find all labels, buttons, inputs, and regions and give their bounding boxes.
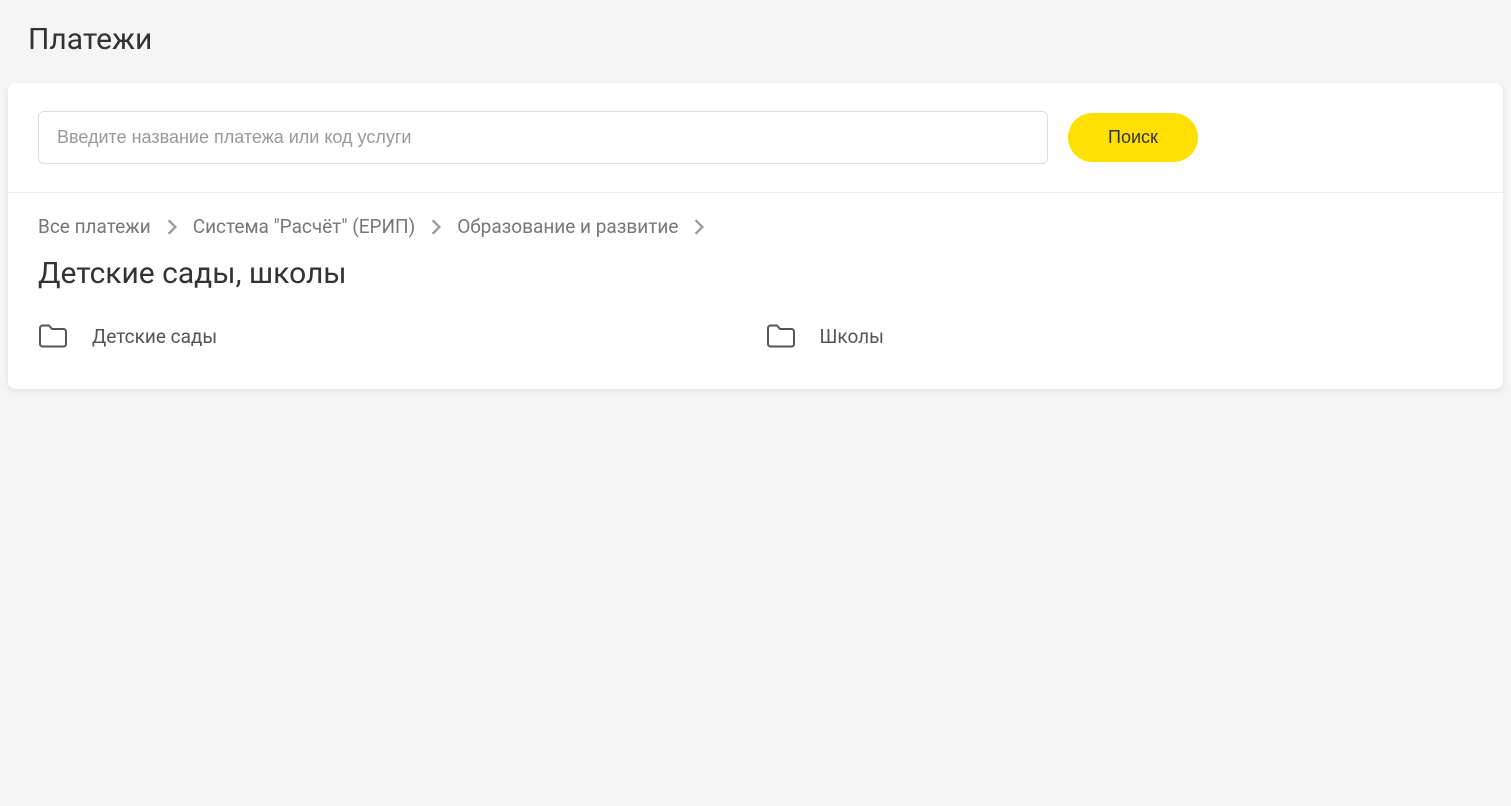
content-section: Все платежи Система "Расчёт" (ЕРИП) Обра… <box>8 193 1503 389</box>
chevron-right-icon <box>431 219 441 235</box>
search-button[interactable]: Поиск <box>1068 113 1198 162</box>
search-section: Поиск <box>8 83 1503 193</box>
category-title: Детские сады, школы <box>38 256 1473 291</box>
folder-icon <box>38 323 68 349</box>
chevron-right-icon <box>694 219 704 235</box>
page-title: Платежи <box>28 22 1483 57</box>
breadcrumb-item-all[interactable]: Все платежи <box>38 215 151 238</box>
search-input[interactable] <box>38 111 1048 164</box>
categories-grid: Детские сады Школы <box>38 319 1473 353</box>
page-header: Платежи <box>0 0 1511 83</box>
breadcrumb-item-erip[interactable]: Система "Расчёт" (ЕРИП) <box>193 215 416 238</box>
breadcrumb: Все платежи Система "Расчёт" (ЕРИП) Обра… <box>38 215 1473 238</box>
breadcrumb-item-education[interactable]: Образование и развитие <box>457 215 678 238</box>
category-label: Детские сады <box>92 325 217 348</box>
category-item-schools[interactable]: Школы <box>766 319 1474 353</box>
category-label: Школы <box>820 325 884 348</box>
chevron-right-icon <box>167 219 177 235</box>
main-card: Поиск Все платежи Система "Расчёт" (ЕРИП… <box>8 83 1503 389</box>
folder-icon <box>766 323 796 349</box>
category-item-kindergartens[interactable]: Детские сады <box>38 319 746 353</box>
